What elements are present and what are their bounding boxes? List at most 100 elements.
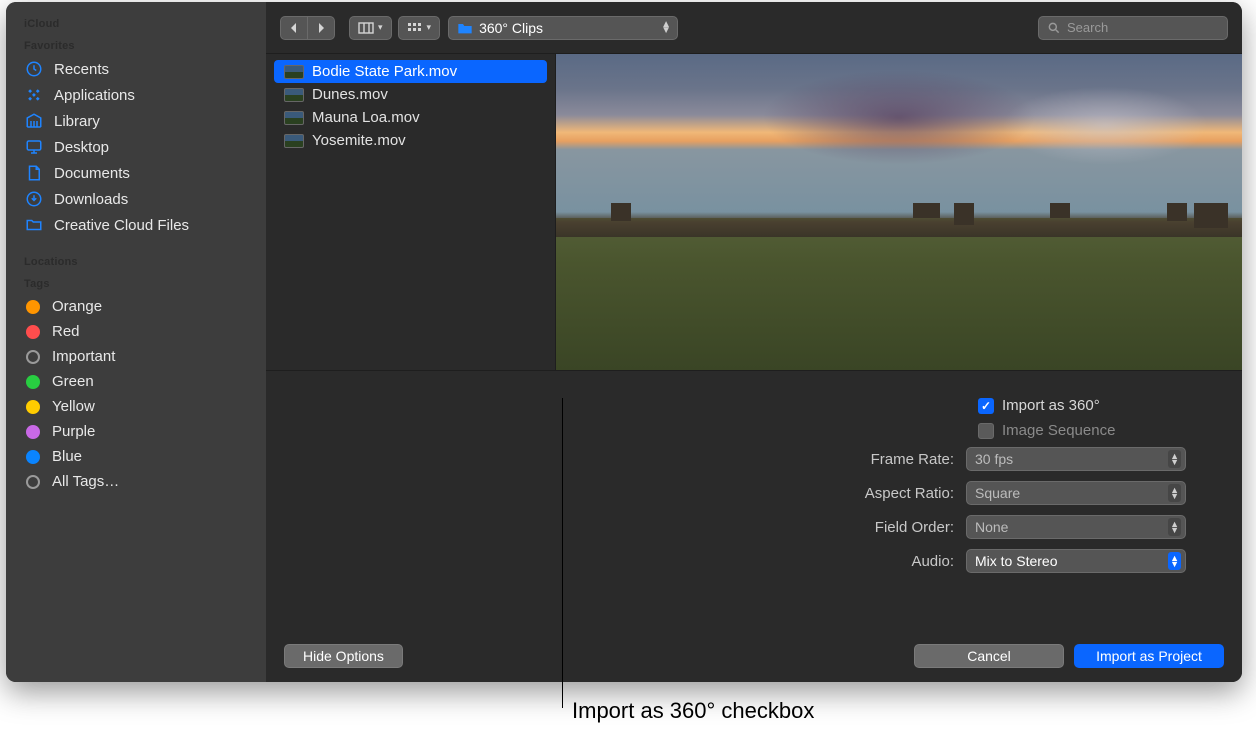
tag-dot-icon <box>26 300 40 314</box>
sidebar-item-label: Desktop <box>54 139 109 156</box>
sidebar-tag-all[interactable]: All Tags… <box>6 469 266 494</box>
field-order-select[interactable]: None ▲▼ <box>966 515 1186 539</box>
sidebar-tag-important[interactable]: Important <box>6 344 266 369</box>
checkbox-label: Image Sequence <box>1002 422 1115 439</box>
callout-line <box>562 398 563 708</box>
updown-icon: ▲▼ <box>1168 552 1181 570</box>
library-icon <box>24 112 44 130</box>
file-list: Bodie State Park.mov Dunes.mov Mauna Loa… <box>266 54 556 370</box>
import-dialog-window: iCloud Favorites Recents Applications Li… <box>6 2 1242 682</box>
sidebar-item-label: Recents <box>54 61 109 78</box>
import-360-checkbox-row[interactable]: ✓ Import as 360° <box>978 397 1222 414</box>
hide-options-button[interactable]: Hide Options <box>284 644 403 668</box>
search-icon <box>1047 21 1061 35</box>
audio-label: Audio: <box>286 553 966 570</box>
apps-icon <box>24 86 44 104</box>
back-button[interactable] <box>280 16 308 40</box>
video-thumb-icon <box>284 134 304 148</box>
sidebar-tag-green[interactable]: Green <box>6 369 266 394</box>
tag-outline-icon <box>26 475 40 489</box>
view-group-button[interactable]: ▾ <box>398 16 441 40</box>
video-thumb-icon <box>284 88 304 102</box>
file-name: Dunes.mov <box>312 86 388 103</box>
search-field[interactable] <box>1038 16 1228 40</box>
image-sequence-checkbox-row[interactable]: Image Sequence <box>978 422 1222 439</box>
doc-icon <box>24 164 44 182</box>
download-icon <box>24 190 44 208</box>
sidebar-item-label: Purple <box>52 423 95 440</box>
sidebar-item-library[interactable]: Library <box>6 108 266 134</box>
sidebar-item-downloads[interactable]: Downloads <box>6 186 266 212</box>
sidebar-item-recents[interactable]: Recents <box>6 56 266 82</box>
cancel-button[interactable]: Cancel <box>914 644 1064 668</box>
aspect-ratio-select[interactable]: Square ▲▼ <box>966 481 1186 505</box>
chevron-down-icon: ▾ <box>378 22 383 33</box>
sidebar: iCloud Favorites Recents Applications Li… <box>6 2 266 682</box>
tag-dot-icon <box>26 325 40 339</box>
updown-icon: ▲▼ <box>1168 484 1181 502</box>
sidebar-item-documents[interactable]: Documents <box>6 160 266 186</box>
file-row[interactable]: Yosemite.mov <box>274 129 547 152</box>
path-label: 360° Clips <box>479 20 543 36</box>
sidebar-section-favorites: Favorites <box>6 34 266 56</box>
tag-dot-icon <box>26 375 40 389</box>
sidebar-tag-purple[interactable]: Purple <box>6 419 266 444</box>
tag-dot-icon <box>26 450 40 464</box>
main-pane: ▾ ▾ 360° Clips ▲▼ <box>266 2 1242 682</box>
sidebar-item-label: Blue <box>52 448 82 465</box>
options-panel: ✓ Import as 360° Image Sequence Frame Ra… <box>266 370 1242 682</box>
checkbox-checked-icon[interactable]: ✓ <box>978 398 994 414</box>
select-value: Mix to Stereo <box>975 553 1057 569</box>
frame-rate-label: Frame Rate: <box>286 451 966 468</box>
sidebar-item-label: All Tags… <box>52 473 119 490</box>
import-button[interactable]: Import as Project <box>1074 644 1224 668</box>
sidebar-item-label: Library <box>54 113 100 130</box>
sidebar-item-applications[interactable]: Applications <box>6 82 266 108</box>
file-name: Bodie State Park.mov <box>312 63 457 80</box>
path-selector[interactable]: 360° Clips ▲▼ <box>448 16 678 40</box>
content-split: Bodie State Park.mov Dunes.mov Mauna Loa… <box>266 54 1242 370</box>
folder-icon <box>24 216 44 234</box>
search-input[interactable] <box>1067 20 1219 35</box>
callout-label: Import as 360° checkbox <box>572 698 814 724</box>
sidebar-tag-red[interactable]: Red <box>6 319 266 344</box>
preview-image <box>556 54 1242 370</box>
select-value: None <box>975 519 1008 535</box>
sidebar-item-label: Green <box>52 373 94 390</box>
sidebar-item-label: Documents <box>54 165 130 182</box>
video-thumb-icon <box>284 65 304 79</box>
sidebar-item-label: Orange <box>52 298 102 315</box>
file-row[interactable]: Dunes.mov <box>274 83 547 106</box>
audio-select[interactable]: Mix to Stereo ▲▼ <box>966 549 1186 573</box>
clock-icon <box>24 60 44 78</box>
sidebar-item-desktop[interactable]: Desktop <box>6 134 266 160</box>
file-name: Yosemite.mov <box>312 132 406 149</box>
sidebar-section-locations: Locations <box>6 250 266 272</box>
tag-outline-icon <box>26 350 40 364</box>
sidebar-item-label: Red <box>52 323 80 340</box>
field-order-label: Field Order: <box>286 519 966 536</box>
file-row[interactable]: Mauna Loa.mov <box>274 106 547 129</box>
sidebar-tag-blue[interactable]: Blue <box>6 444 266 469</box>
updown-icon: ▲▼ <box>1168 450 1181 468</box>
sidebar-tag-orange[interactable]: Orange <box>6 294 266 319</box>
chevron-down-icon: ▾ <box>427 22 432 33</box>
file-name: Mauna Loa.mov <box>312 109 420 126</box>
sidebar-item-creative-cloud[interactable]: Creative Cloud Files <box>6 212 266 238</box>
aspect-ratio-label: Aspect Ratio: <box>286 485 966 502</box>
footer-buttons: Hide Options Cancel Import as Project <box>266 644 1242 668</box>
nav-buttons <box>280 16 335 40</box>
tag-dot-icon <box>26 400 40 414</box>
frame-rate-select[interactable]: 30 fps ▲▼ <box>966 447 1186 471</box>
select-value: 30 fps <box>975 451 1013 467</box>
sidebar-section-tags: Tags <box>6 272 266 294</box>
sidebar-item-label: Applications <box>54 87 135 104</box>
view-mode-group: ▾ ▾ <box>349 16 440 40</box>
checkbox-unchecked-icon[interactable] <box>978 423 994 439</box>
folder-icon <box>457 21 473 35</box>
view-columns-button[interactable]: ▾ <box>349 16 392 40</box>
sidebar-tag-yellow[interactable]: Yellow <box>6 394 266 419</box>
file-row[interactable]: Bodie State Park.mov <box>274 60 547 83</box>
forward-button[interactable] <box>308 16 335 40</box>
toolbar: ▾ ▾ 360° Clips ▲▼ <box>266 2 1242 54</box>
